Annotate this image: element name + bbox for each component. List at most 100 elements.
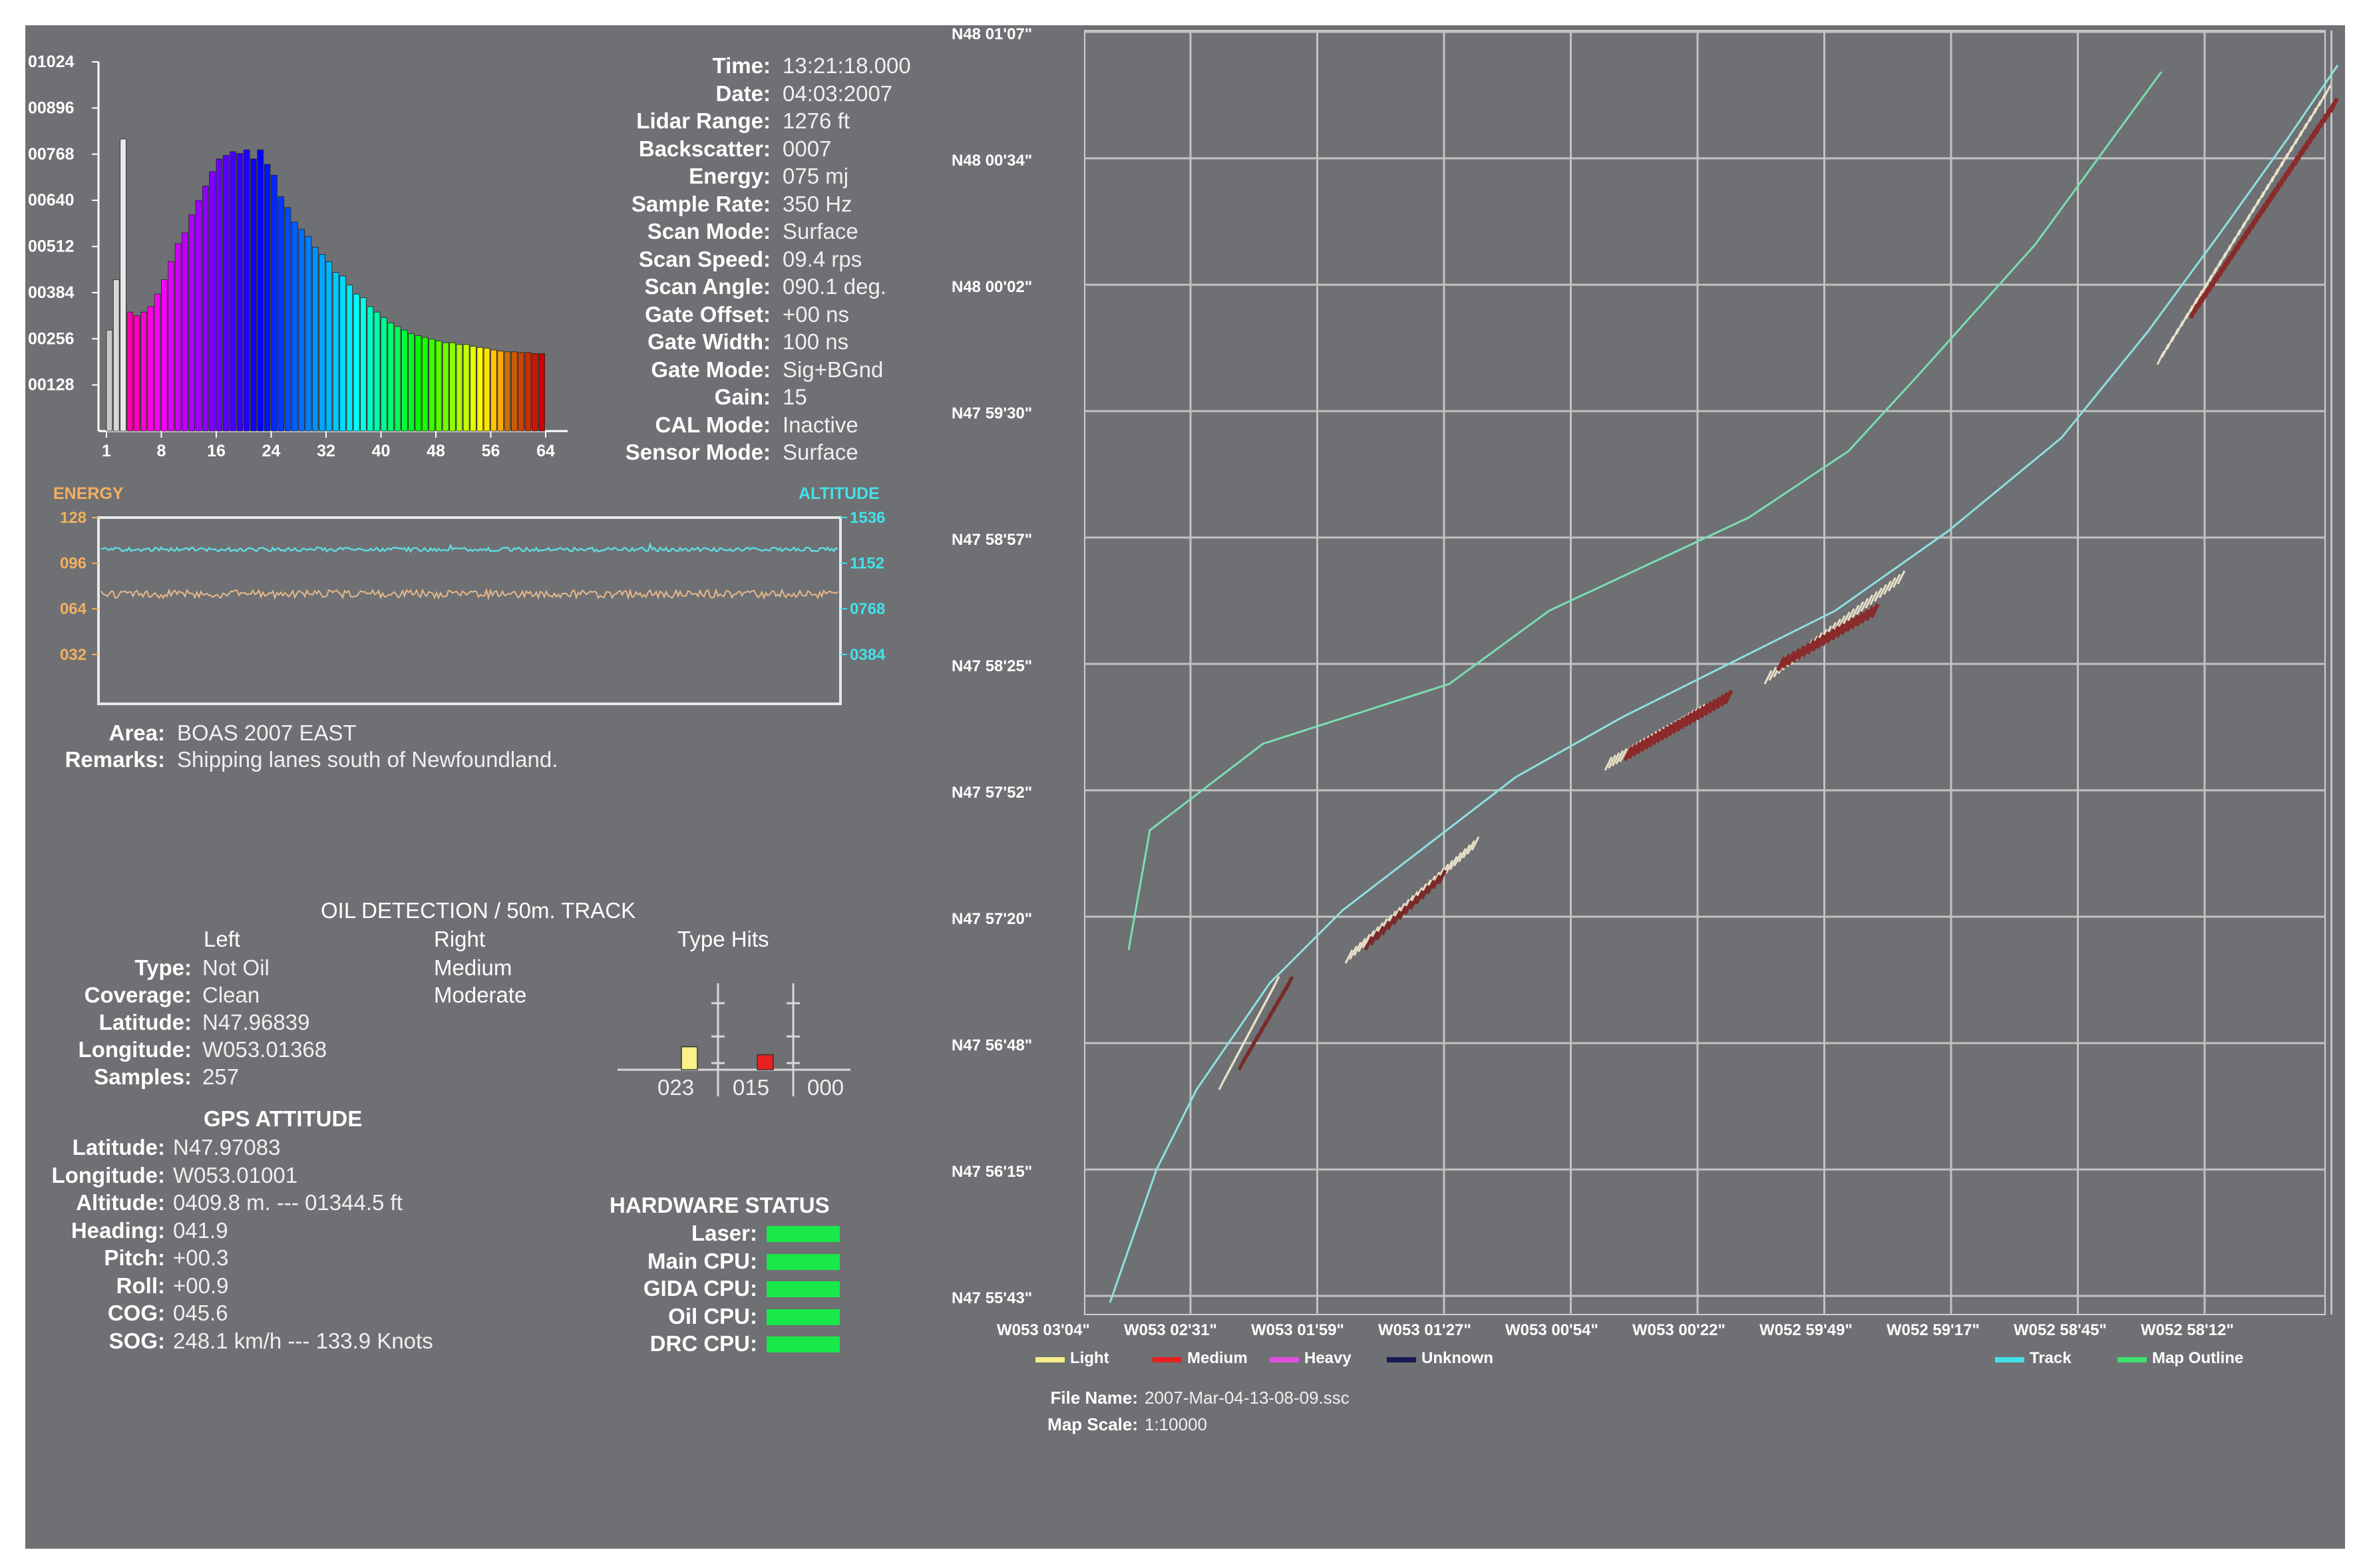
histogram-y-tick-label: 01024 [28, 53, 75, 71]
hardware-label: DRC CPU: [649, 1331, 757, 1356]
info-label: Energy: [689, 164, 771, 188]
histogram-x-tick-label: 40 [372, 442, 391, 460]
histogram-bar [120, 138, 126, 432]
info-label: Sample Rate: [631, 191, 771, 216]
histogram-bar [250, 158, 257, 432]
histogram-bar [476, 347, 484, 432]
legend-label[interactable]: Map Outline [2152, 1349, 2243, 1368]
oil-row-label: Samples: [94, 1064, 192, 1089]
gps-label: Pitch: [104, 1245, 165, 1270]
altitude-series-line [100, 542, 838, 553]
area-label: Area: [108, 720, 165, 745]
legend-label[interactable]: Medium [1187, 1349, 1248, 1368]
histogram-y-tick-label: 00384 [28, 283, 75, 302]
histogram-bar [470, 346, 476, 432]
histogram-x-tick-label: 8 [157, 442, 166, 460]
info-label: Scan Mode: [647, 219, 771, 243]
histogram-bar [168, 261, 175, 432]
histogram-y-tick-label: 00128 [28, 376, 75, 394]
energy-tick-label: 032 [60, 646, 87, 664]
histogram-bar [415, 335, 422, 432]
oil-row-label: Coverage: [84, 983, 192, 1007]
energy-axis-label: ENERGY [53, 484, 124, 503]
map-scale-value: 1:10000 [1145, 1414, 1207, 1434]
histogram-bar [456, 344, 463, 432]
legend-label[interactable]: Unknown [1421, 1349, 1493, 1368]
info-value: 090.1 deg. [783, 274, 886, 299]
histogram-y-tick-label: 00768 [28, 145, 75, 164]
histogram-bar [182, 232, 188, 432]
histogram-bar [140, 311, 147, 432]
histogram-bar [504, 351, 511, 432]
histogram-bar [284, 207, 291, 432]
gps-value: 045.6 [173, 1301, 228, 1325]
longitude-label: W052 58'12" [2141, 1321, 2234, 1339]
legend-swatch [1035, 1357, 1065, 1362]
histogram-bar [339, 275, 346, 432]
hardware-label: Main CPU: [647, 1248, 757, 1273]
info-label: Time: [712, 53, 771, 78]
oil-row-label: Type: [134, 955, 192, 980]
altitude-tick-label: 0768 [850, 600, 885, 618]
histogram-bar [291, 222, 298, 432]
histogram-x-tick-label: 48 [427, 442, 445, 460]
oil-right-value: Medium [434, 955, 512, 980]
map-grid-frame [1084, 30, 2326, 1315]
track-map[interactable] [957, 25, 2345, 1549]
histogram-bar [126, 311, 134, 432]
energy-tick-label: 064 [60, 600, 87, 618]
histogram-bar [230, 151, 236, 432]
latitude-label: N47 56'15" [952, 1163, 1033, 1181]
hardware-status-indicator [767, 1226, 840, 1242]
histogram-bar [449, 342, 456, 432]
altitude-tick-label: 1536 [850, 509, 885, 527]
info-label: CAL Mode: [655, 412, 771, 437]
gps-label: Altitude: [76, 1190, 165, 1215]
histogram-bar [387, 323, 395, 432]
oil-left-value: 257 [202, 1064, 240, 1089]
info-value: 13:21:18.000 [783, 53, 911, 78]
latitude-label: N47 58'57" [952, 531, 1033, 549]
histogram-bar [353, 293, 360, 432]
histogram-bar [346, 285, 353, 432]
info-value: Inactive [783, 412, 858, 437]
longitude-label: W052 59'17" [1887, 1321, 1980, 1339]
histogram-bar [381, 317, 387, 432]
histogram-x-tick-label: 32 [317, 442, 335, 460]
legend-label[interactable]: Light [1070, 1349, 1109, 1368]
gps-value: W053.01001 [173, 1162, 298, 1187]
type-hits-header: Type Hits [677, 927, 769, 951]
histogram-bar [531, 353, 538, 432]
energy-altitude-chart: 128 096 064 032 1536 1152 0768 0384 [60, 509, 886, 705]
histogram-x-tick-label: 24 [262, 442, 281, 460]
info-value: 350 Hz [783, 191, 852, 216]
histogram-y-tick-label: 00640 [28, 191, 75, 210]
longitude-label: W053 01'59" [1251, 1321, 1344, 1339]
info-label: Scan Angle: [644, 274, 771, 299]
latitude-label: N48 01'07" [952, 25, 1033, 43]
histogram-bar [195, 200, 202, 432]
latitude-label: N47 55'43" [952, 1289, 1033, 1307]
legend-swatch [1387, 1357, 1416, 1362]
histogram-bar [367, 306, 374, 432]
histogram-bar [408, 333, 415, 432]
map-scale-label: Map Scale: [1047, 1414, 1138, 1434]
legend-label[interactable]: Track [2030, 1349, 2072, 1368]
histogram-bar [483, 347, 490, 432]
remarks-label: Remarks: [65, 747, 165, 772]
histogram-bar [401, 329, 408, 432]
info-label: Sensor Mode: [625, 440, 771, 464]
altitude-axis-label: ALTITUDE [799, 484, 880, 503]
legend-label[interactable]: Heavy [1304, 1349, 1352, 1368]
type-hit-count: 000 [807, 1075, 844, 1100]
info-value: 04:03:2007 [783, 80, 893, 106]
gps-label: COG: [107, 1301, 165, 1325]
oil-row-label: Latitude: [98, 1010, 192, 1034]
gps-value: 041.9 [173, 1217, 228, 1243]
oil-left-value: N47.96839 [202, 1010, 310, 1034]
histogram-bar [538, 353, 545, 432]
info-label: Gate Width: [647, 329, 771, 354]
altitude-tick-label: 0384 [850, 646, 886, 664]
histogram-bar [421, 337, 429, 432]
histogram-bar [298, 229, 305, 432]
